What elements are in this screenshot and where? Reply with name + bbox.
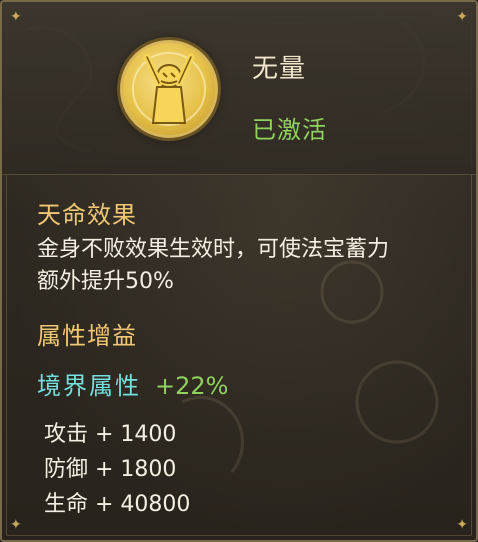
item-tooltip-panel: ✦ ✦ ✦ ✦ 无量 已激活 天命效果 金身不败效果生效时，可使法宝蓄力 额外提… — [0, 0, 478, 542]
activation-status: 已激活 — [252, 116, 327, 144]
stat-defense: 防御 + 1800 — [44, 457, 177, 482]
corner-star-icon: ✦ — [10, 517, 22, 533]
item-title: 无量 — [252, 54, 307, 84]
realm-attribute-label: 境界属性 — [37, 372, 141, 400]
raised-arms-figure-icon — [132, 52, 206, 126]
realm-attribute-value: +22% — [155, 372, 229, 400]
fate-effect-heading: 天命效果 — [37, 201, 137, 229]
description-line: 金身不败效果生效时，可使法宝蓄力 — [37, 237, 390, 262]
stat-attack: 攻击 + 1400 — [44, 422, 177, 447]
corner-star-icon: ✦ — [10, 9, 22, 25]
corner-star-icon: ✦ — [456, 517, 468, 533]
item-header — [2, 2, 476, 175]
realm-attribute-row: 境界属性 +22% — [37, 366, 228, 401]
golden-figure-medal-icon — [120, 40, 218, 138]
fate-effect-description: 金身不败效果生效时，可使法宝蓄力 额外提升50% — [37, 234, 457, 298]
description-line: 额外提升50% — [37, 269, 174, 294]
corner-star-icon: ✦ — [456, 9, 468, 25]
attribute-bonus-heading: 属性增益 — [37, 322, 137, 350]
stat-health: 生命 + 40800 — [44, 492, 191, 517]
